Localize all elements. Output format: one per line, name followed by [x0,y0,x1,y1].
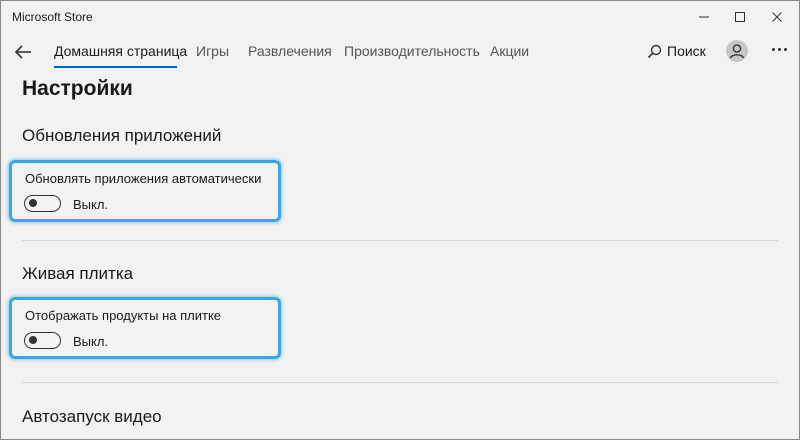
section-divider [22,240,778,241]
toggle-state-label: Выкл. [73,197,109,212]
setting-label: Отображать продукты на плитке [25,308,222,323]
search-button[interactable]: Поиск [647,41,706,61]
section-divider [22,382,778,383]
active-tab-indicator [54,66,177,68]
tab-games[interactable]: Игры [196,43,229,59]
section-title-live-tile: Живая плитка [22,264,134,283]
more-icon-dot [771,47,775,51]
setting-auto-update: Обновлять приложения автоматически Выкл. [9,160,281,222]
tab-productivity[interactable]: Производительность [344,43,480,59]
scrollbar[interactable] [795,75,797,435]
toggle-state-label: Выкл. [73,334,109,349]
store-window: Microsoft Store Домашняя страница Игры Р… [0,0,800,440]
toggle-knob [29,336,37,344]
close-button[interactable] [760,1,794,33]
auto-update-toggle[interactable] [24,195,61,212]
tab-deals[interactable]: Акции [490,43,529,59]
setting-live-tile: Отображать продукты на плитке Выкл. [9,297,281,359]
search-icon [647,44,662,58]
app-title: Microsoft Store [12,10,93,24]
search-label: Поиск [667,43,706,59]
more-icon-dot [783,47,787,51]
more-icon-dot [777,47,781,51]
nav-bar: Домашняя страница Игры Развлечения Произ… [1,33,799,71]
close-icon [772,12,782,22]
title-bar: Microsoft Store [1,1,799,33]
arrow-left-icon [14,45,31,59]
user-icon [729,44,745,59]
live-tile-toggle[interactable] [24,332,61,349]
tab-entertainment[interactable]: Развлечения [248,43,332,59]
settings-content: Настройки Обновления приложений Обновлят… [1,71,799,439]
back-button[interactable] [11,40,35,64]
minimize-button[interactable] [687,1,721,33]
toggle-knob [29,199,37,207]
maximize-button[interactable] [723,1,757,33]
page-title: Настройки [22,77,133,100]
maximize-icon [735,12,745,22]
section-title-app-updates: Обновления приложений [22,126,222,145]
avatar-button[interactable] [726,40,748,62]
minimize-icon [699,16,709,18]
more-button[interactable] [767,39,791,59]
setting-label: Обновлять приложения автоматически [25,171,262,186]
section-title-video-autoplay: Автозапуск видео [22,407,162,426]
tab-home[interactable]: Домашняя страница [54,43,187,59]
